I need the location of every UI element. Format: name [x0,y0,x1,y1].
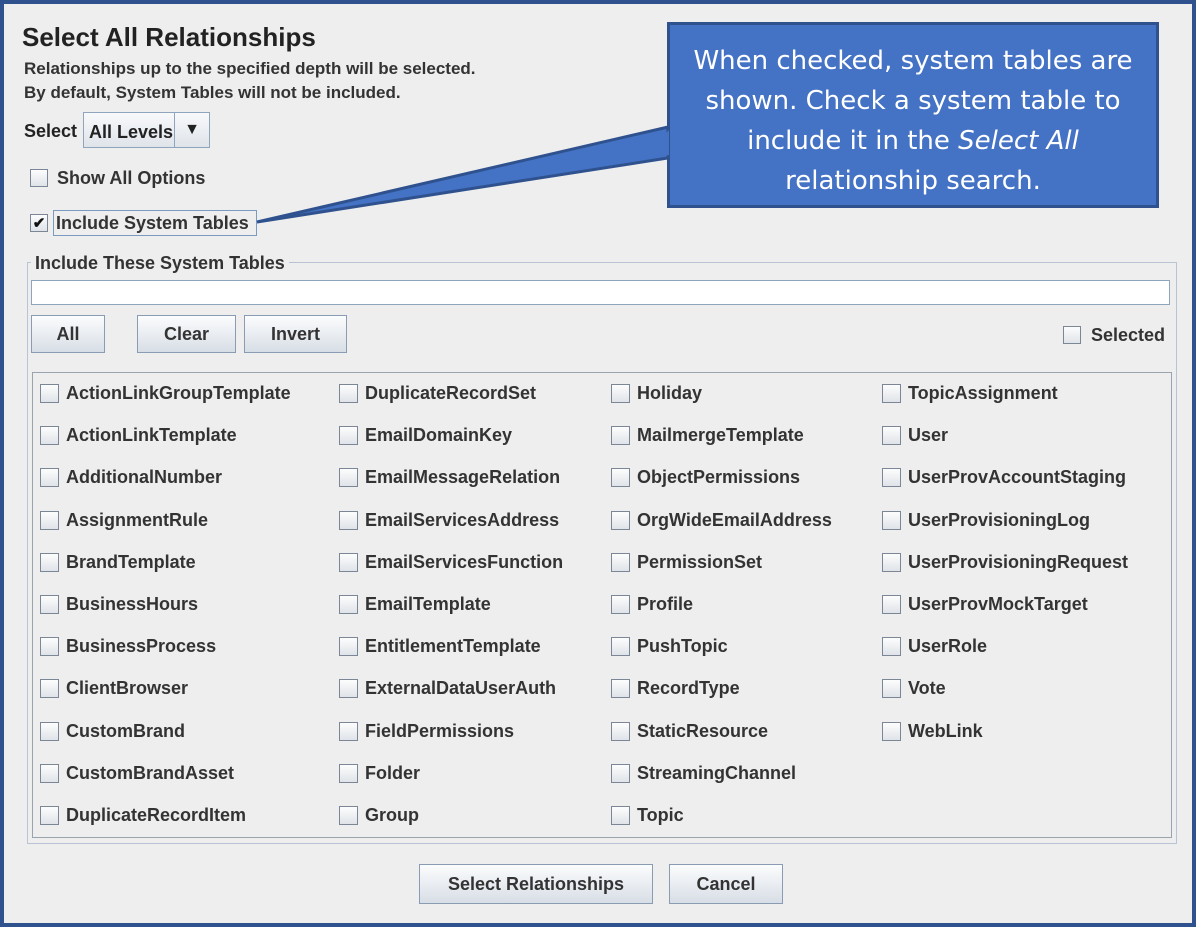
callout-pointer-joint [640,130,669,160]
